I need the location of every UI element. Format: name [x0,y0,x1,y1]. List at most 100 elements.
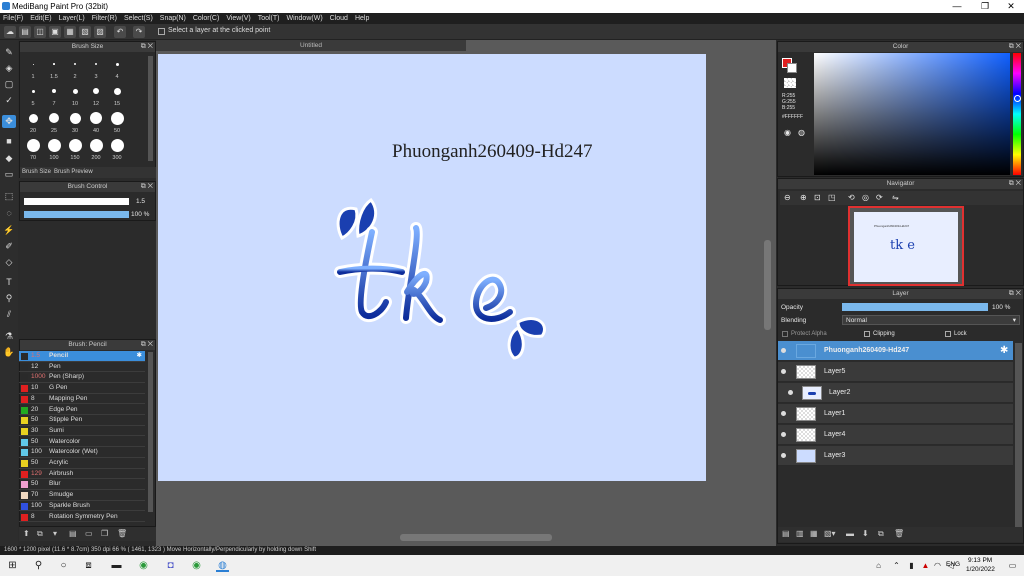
menu-window[interactable]: Window(W) [286,15,322,22]
brush-size-option[interactable]: 1.5 [45,56,63,80]
layer-row-layer4[interactable]: Layer4 [778,425,1013,445]
close-button[interactable]: ✕ [998,0,1024,13]
menu-color[interactable]: Color(C) [193,15,219,22]
brush-list-item[interactable]: 20 Edge Pen [19,405,145,416]
brush-size-scrollbar[interactable] [148,56,153,161]
magic-wand-icon[interactable]: ⚡ [2,224,16,237]
menu-tool[interactable]: Tool(T) [258,15,280,22]
brush-size-option[interactable]: 100 [45,137,63,161]
browser2-app-icon[interactable]: ◉ [190,559,203,572]
move-tool-icon[interactable]: ✥ [2,115,16,128]
lasso-tool-icon[interactable]: ◌ [2,207,16,220]
layer-row-phuonganh[interactable]: Phuonganh260409-Hd247 ✱ [778,341,1013,361]
tab-brush-size[interactable]: Brush Size [22,169,51,175]
eye-icon[interactable] [781,348,786,353]
brush-size-option[interactable]: 5 [24,83,42,107]
eye-icon[interactable] [781,432,786,437]
color-history-icon[interactable]: ◍ [798,128,805,137]
redo-icon[interactable]: ↷ [133,26,145,38]
rotate-left-icon[interactable]: ⟲ [848,193,855,202]
brush-size-option[interactable]: 12 [87,83,105,107]
delete-layer-icon[interactable]: 🗑 [894,529,904,538]
browser-app-icon[interactable]: ◉ [137,559,150,572]
cortana-icon[interactable]: ○ [57,559,70,572]
clock-time[interactable]: 9:13 PM [968,557,992,564]
teams-app-icon[interactable]: ◘ [164,559,177,572]
lock-checkbox[interactable] [945,331,951,337]
battery-icon[interactable]: ▮ [905,559,918,572]
notification-icon[interactable]: ▭ [1006,559,1019,572]
clock-date[interactable]: 1/20/2022 [966,566,995,573]
brush-list-item[interactable]: 50 Stipple Pen [19,415,145,426]
menu-filter[interactable]: Filter(R) [92,15,117,22]
layer-row-layer2[interactable]: Layer2 [778,383,1013,403]
brush-size-option[interactable]: 10 [66,83,84,107]
task-view-icon[interactable]: ⧈ [82,559,95,572]
operation-tool-icon[interactable]: ⚲ [2,292,16,305]
panel-close-icon[interactable]: ⧉ ✕ [141,42,153,52]
canvas-hscroll[interactable] [400,534,552,541]
new-8bit-layer-icon[interactable]: ▦ [810,529,818,538]
layer-opacity-slider[interactable] [842,303,988,311]
eye-icon[interactable] [781,411,786,416]
brush-size-option[interactable]: 200 [87,137,105,161]
brush-list-item[interactable]: 12 Pen [19,362,145,373]
open-icon[interactable]: ◫ [34,26,46,38]
layer-scrollbar[interactable] [1015,343,1022,529]
brush-size-option[interactable]: 300 [108,137,126,161]
brush-list-item[interactable]: 100 Watercolor (Wet) [19,447,145,458]
menu-view[interactable]: View(V) [226,15,250,22]
brush-list-item[interactable]: 8 Rotation Symmetry Pen [19,512,145,523]
brush-folder-icon[interactable]: ▭ [85,529,93,538]
brush-delete-icon[interactable]: 🗑 [117,529,127,538]
brush-tool-icon[interactable]: ✎ [2,46,16,59]
panel-close-icon[interactable]: ⧉ ✕ [1009,179,1021,189]
save-icon[interactable]: ▣ [49,26,61,38]
eyedropper-icon[interactable]: ⚗ [2,330,16,343]
menu-help[interactable]: Help [355,15,369,22]
select-eraser-icon[interactable]: ◇ [2,256,16,269]
folder-app-icon[interactable]: ▬ [110,559,123,572]
brush-list-item[interactable]: 50 Acrylic [19,458,145,469]
merge-down-icon[interactable]: ⬇ [862,529,869,538]
gradient-tool-icon[interactable]: ▭ [2,168,16,181]
brush-list-item[interactable]: 50 Watercolor [19,437,145,448]
transparent-swatch[interactable] [784,78,796,88]
hand-tool-icon[interactable]: ✋ [2,346,16,359]
palette-icon[interactable]: ◉ [784,128,791,137]
eye-icon[interactable] [788,390,793,395]
panel-close-icon[interactable]: ⧉ ✕ [141,182,153,192]
saturation-value-picker[interactable] [814,53,1010,175]
zoom-in-icon[interactable]: ⊕ [800,193,807,202]
navigator-viewport[interactable]: Phuonganh260409-Hd247 tk e [848,206,964,286]
brush-size-option[interactable]: 4 [108,56,126,80]
pen-tool-icon[interactable]: ✓ [2,94,16,107]
image-icon[interactable]: ▧ [79,26,91,38]
panel-close-icon[interactable]: ⧉ ✕ [1009,289,1021,299]
sub-color-swatch[interactable] [787,63,797,73]
brush-size-option[interactable]: 2 [66,56,84,80]
hue-slider[interactable] [1013,53,1021,175]
brush-size-option[interactable]: 40 [87,110,105,134]
brush-duplicate-icon[interactable]: ❐ [101,529,108,538]
shape-tool-icon[interactable]: ▢ [2,78,16,91]
opacity-slider[interactable] [24,211,129,218]
brush-size-option[interactable]: 25 [45,110,63,134]
panel-close-icon[interactable]: ⧉ ✕ [141,340,153,350]
new-layer-icon[interactable]: ▤ [782,529,790,538]
wifi-icon[interactable]: ◠ [931,559,944,572]
rotate-right-icon[interactable]: ⟳ [876,193,883,202]
gear-icon[interactable]: ✱ [137,351,142,362]
new-halftone-layer-icon[interactable]: ▥ [796,529,804,538]
select-layer-checkbox[interactable] [158,28,165,35]
brush-size-option[interactable]: 50 [108,110,126,134]
clipping-checkbox[interactable] [864,331,870,337]
brush-list-item[interactable]: 129 Airbrush [19,469,145,480]
brush-menu-icon[interactable]: ▾ [53,529,57,538]
select-pen-icon[interactable]: ✐ [2,240,16,253]
menu-layer[interactable]: Layer(L) [59,15,85,22]
search-icon[interactable]: ⚲ [32,559,45,572]
menu-snap[interactable]: Snap(N) [160,15,186,22]
add-layer-menu-icon[interactable]: ▧▾ [824,529,836,538]
rotate-reset-icon[interactable]: ◎ [862,193,869,202]
